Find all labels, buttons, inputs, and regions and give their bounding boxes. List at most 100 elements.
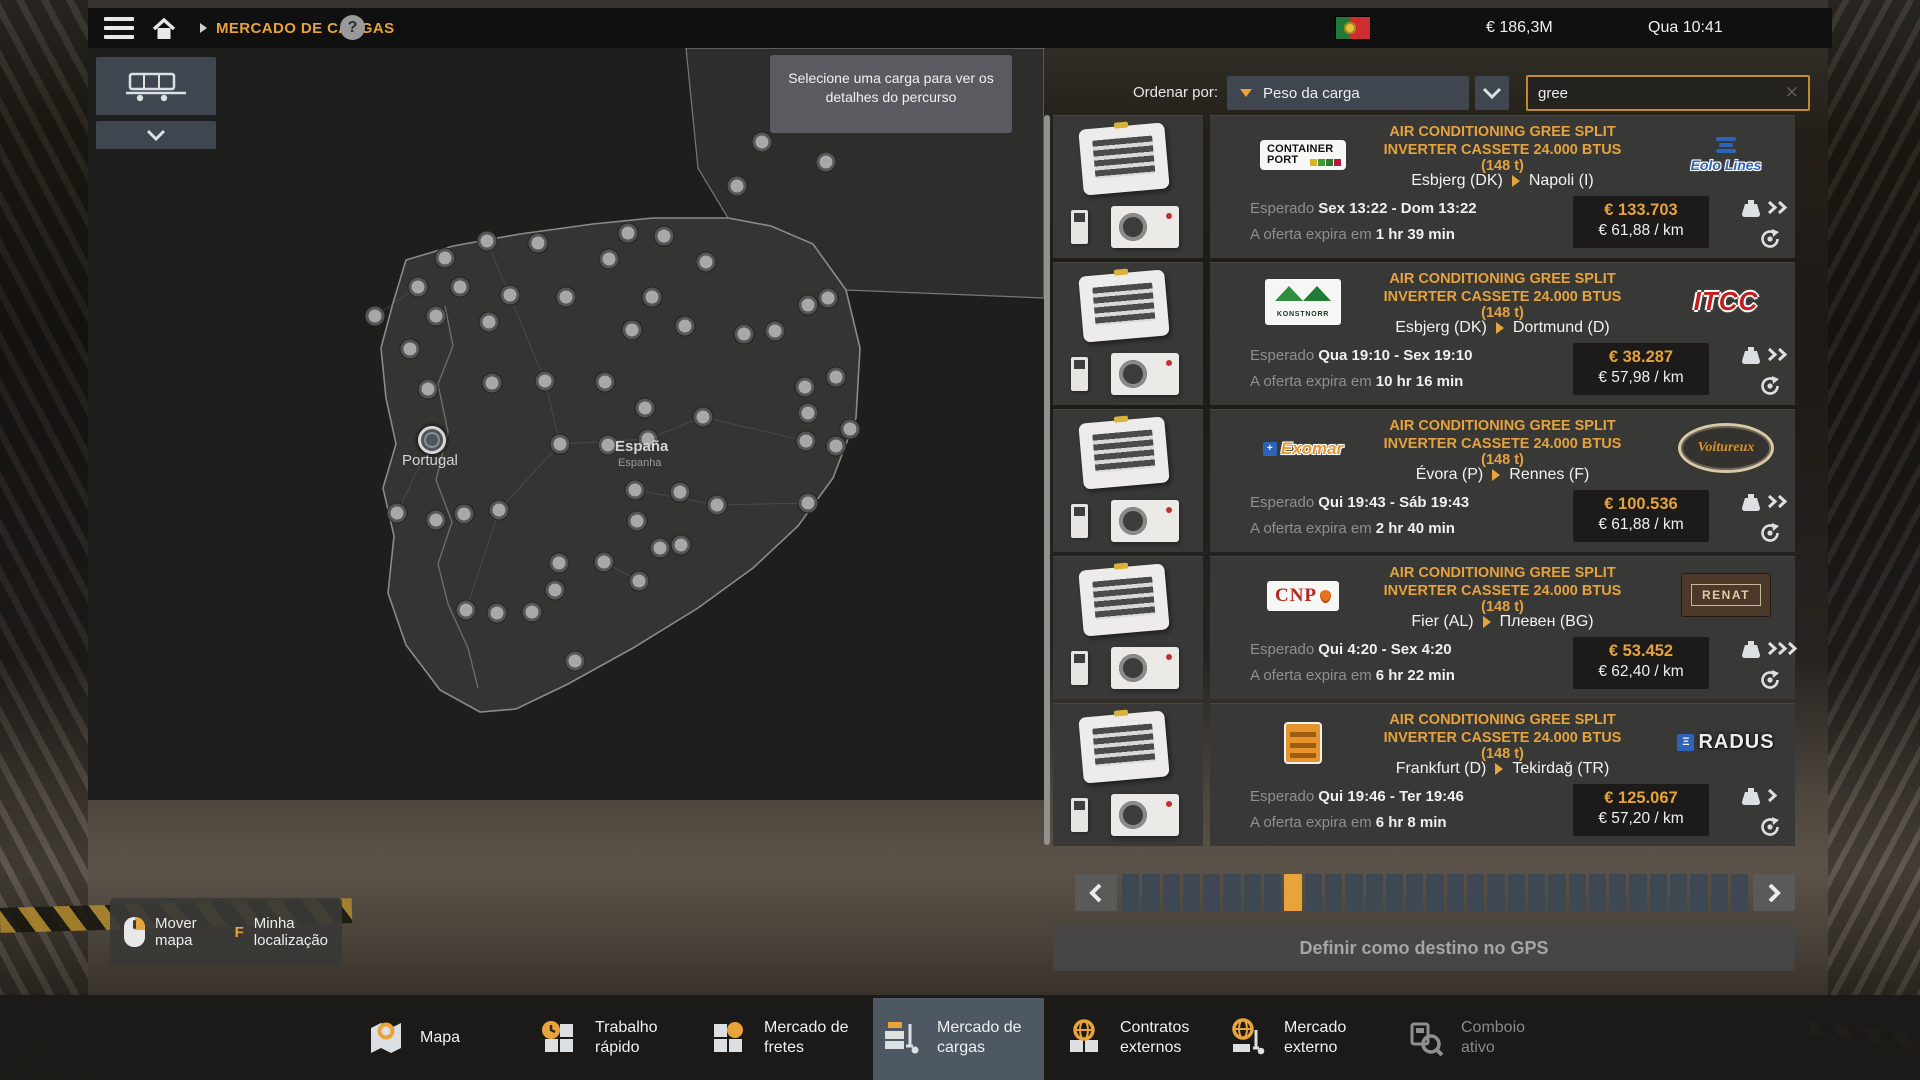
cargo-offer-row[interactable]: ΞRADUS AIR CONDITIONING GREE SPLIT INVER… (1053, 703, 1795, 845)
collapse-panel-button[interactable] (96, 121, 216, 149)
sort-dropdown-expand-button[interactable] (1475, 76, 1509, 110)
city-dot[interactable] (819, 289, 838, 308)
tab-external-market[interactable]: Mercadoexterno (1227, 995, 1346, 1080)
cargo-offer-row[interactable]: +Exomar Voitureux AIR CONDITIONING GREE … (1053, 409, 1795, 551)
cargo-offer-row[interactable]: KONSTNORR ITCC AIR CONDITIONING GREE SPL… (1053, 262, 1795, 404)
city-dot[interactable] (596, 373, 615, 392)
city-dot[interactable] (636, 399, 655, 418)
city-dot[interactable] (697, 253, 716, 272)
sort-dropdown[interactable]: Peso da carga (1227, 76, 1469, 110)
city-dot[interactable] (643, 288, 662, 307)
next-page-button[interactable] (1753, 874, 1795, 911)
page-segment[interactable] (1548, 874, 1565, 911)
city-dot[interactable] (623, 321, 642, 340)
trailer-selector-button[interactable] (96, 57, 216, 115)
city-dot[interactable] (436, 249, 455, 268)
home-icon[interactable] (150, 16, 178, 47)
city-dot[interactable] (427, 511, 446, 530)
city-dot[interactable] (728, 177, 747, 196)
city-dot[interactable] (600, 250, 619, 269)
city-dot[interactable] (551, 435, 570, 454)
page-segment[interactable] (1447, 874, 1464, 911)
city-dot[interactable] (490, 501, 509, 520)
clear-search-icon[interactable]: ✕ (1785, 83, 1808, 103)
city-dot[interactable] (366, 307, 385, 326)
city-dot[interactable] (708, 496, 727, 515)
city-dot[interactable] (409, 278, 428, 297)
tab-map[interactable]: Mapa (363, 995, 460, 1080)
tab-active-convoy[interactable]: Comboioativo (1404, 995, 1525, 1080)
city-dot[interactable] (427, 307, 446, 326)
city-dot[interactable] (799, 296, 818, 315)
page-segment[interactable] (1711, 874, 1728, 911)
city-dot[interactable] (550, 554, 569, 573)
city-dot[interactable] (796, 378, 815, 397)
tab-external-contracts[interactable]: Contratosexternos (1063, 995, 1189, 1080)
help-icon[interactable]: ? (340, 15, 365, 40)
city-dot[interactable] (536, 372, 555, 391)
tab-freight-market[interactable]: Mercado defretes (707, 995, 849, 1080)
page-segment[interactable] (1325, 874, 1342, 911)
page-segment[interactable] (1142, 874, 1159, 911)
page-segment[interactable] (1183, 874, 1200, 911)
city-dot[interactable] (827, 368, 846, 387)
city-dot[interactable] (817, 153, 836, 172)
search-input[interactable] (1528, 85, 1785, 102)
city-dot[interactable] (626, 481, 645, 500)
city-dot[interactable] (488, 604, 507, 623)
page-segment[interactable] (1386, 874, 1403, 911)
city-dot[interactable] (501, 286, 520, 305)
list-scrollbar[interactable] (1044, 115, 1050, 845)
page-segment[interactable] (1406, 874, 1423, 911)
city-dot[interactable] (671, 483, 690, 502)
city-dot[interactable] (546, 581, 565, 600)
page-segment[interactable] (1731, 874, 1748, 911)
city-dot[interactable] (694, 408, 713, 427)
city-dot[interactable] (529, 234, 548, 253)
set-gps-destination-button[interactable]: Definir como destino no GPS (1053, 925, 1795, 971)
city-dot[interactable] (419, 380, 438, 399)
page-segment[interactable] (1650, 874, 1667, 911)
tab-quick-job[interactable]: Trabalhorápido (538, 995, 658, 1080)
page-segment[interactable] (1244, 874, 1261, 911)
city-dot[interactable] (841, 420, 860, 439)
page-segment[interactable] (1528, 874, 1545, 911)
city-dot[interactable] (766, 322, 785, 341)
city-dot[interactable] (480, 313, 499, 332)
city-dot[interactable] (655, 227, 674, 246)
city-dot[interactable] (735, 325, 754, 344)
page-segment[interactable] (1264, 874, 1281, 911)
city-dot[interactable] (799, 404, 818, 423)
city-dot[interactable] (557, 288, 576, 307)
page-segment[interactable] (1426, 874, 1443, 911)
menu-icon[interactable] (104, 17, 134, 39)
city-dot[interactable] (619, 224, 638, 243)
city-dot[interactable] (401, 340, 420, 359)
previous-page-button[interactable] (1075, 874, 1117, 911)
page-segment[interactable] (1203, 874, 1220, 911)
city-dot[interactable] (388, 504, 407, 523)
route-map[interactable]: Portugal España Espanha Selecione uma ca… (88, 48, 1044, 800)
page-segment[interactable] (1163, 874, 1180, 911)
page-segment[interactable] (1690, 874, 1707, 911)
city-dot[interactable] (523, 603, 542, 622)
city-dot[interactable] (628, 512, 647, 531)
page-segment[interactable] (1487, 874, 1504, 911)
page-segment-active[interactable] (1284, 874, 1301, 911)
page-segment[interactable] (1305, 874, 1322, 911)
page-segment[interactable] (1223, 874, 1240, 911)
cargo-offer-row[interactable]: CONTAINER PORT Eolo Lines AIR CONDITIONI… (1053, 115, 1795, 257)
city-dot[interactable] (676, 317, 695, 336)
city-dot[interactable] (478, 232, 497, 251)
city-dot[interactable] (799, 494, 818, 513)
page-segment[interactable] (1366, 874, 1383, 911)
page-segment[interactable] (1609, 874, 1626, 911)
page-segment[interactable] (1670, 874, 1687, 911)
cargo-offer-row[interactable]: CNP RENAT AIR CONDITIONING GREE SPLIT IN… (1053, 556, 1795, 698)
city-dot[interactable] (651, 539, 670, 558)
page-segment[interactable] (1629, 874, 1646, 911)
city-dot[interactable] (483, 374, 502, 393)
page-segment[interactable] (1569, 874, 1586, 911)
page-segment[interactable] (1122, 874, 1139, 911)
city-dot[interactable] (595, 553, 614, 572)
